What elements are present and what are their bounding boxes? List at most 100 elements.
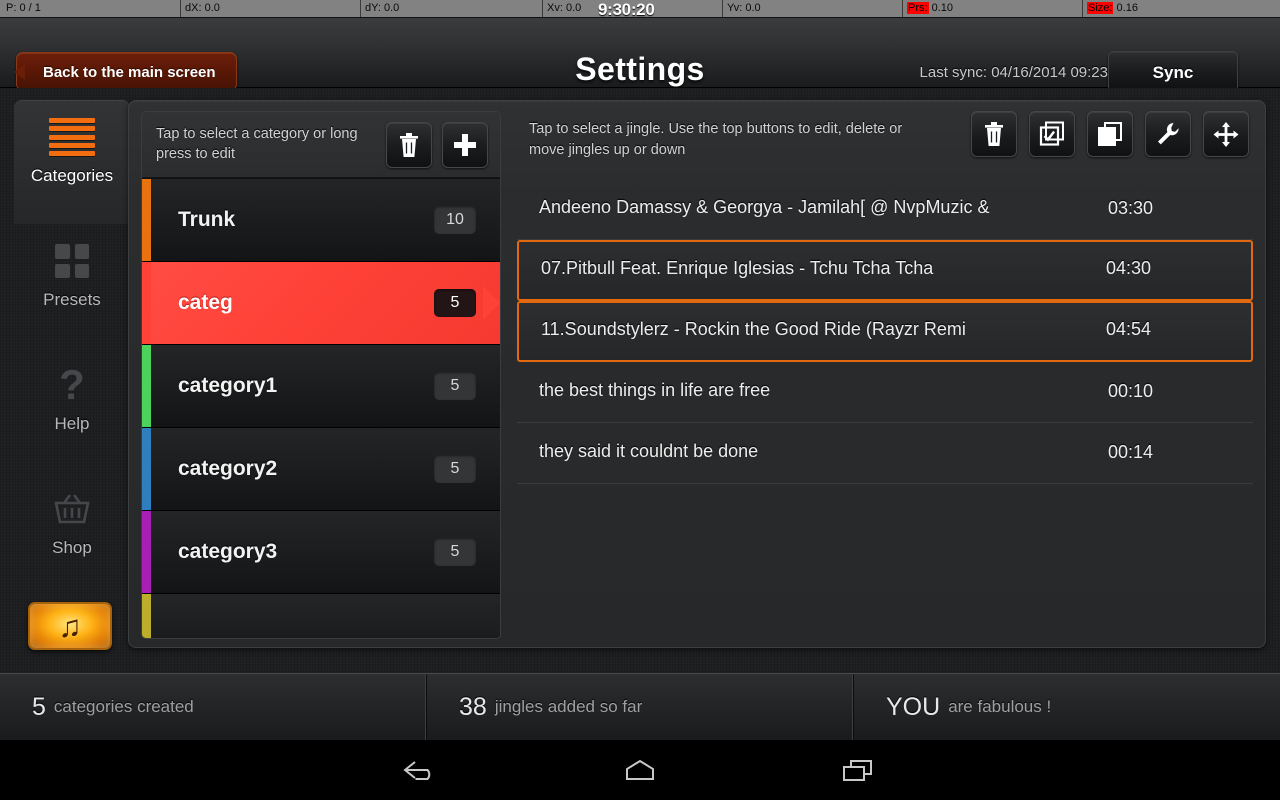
nav-home-button[interactable]	[580, 740, 700, 800]
settings-content-card: Tap to select a category or long press t…	[128, 100, 1266, 648]
pointer-trace-bar: P: 0 / 1 dX: 0.0 dY: 0.0 Xv: 0.0 Yv: 0.0 Prs:…	[0, 0, 1280, 19]
category-row[interactable]: Trunk 10	[142, 179, 500, 262]
duplicate-button[interactable]	[1087, 111, 1133, 157]
jingle-duration: 04:30	[1105, 257, 1151, 278]
plus-icon	[454, 134, 476, 156]
category-color-stripe	[142, 428, 151, 510]
jingle-duration: 00:10	[1107, 381, 1153, 401]
category-name: Trunk	[178, 208, 236, 231]
stat-number: 5	[32, 692, 46, 721]
sidebar-item-help[interactable]: ? Help	[14, 348, 130, 472]
stat-cell: 5 categories created	[0, 674, 427, 740]
edit-button[interactable]	[1145, 111, 1191, 157]
last-sync-label: Last sync: 04/16/2014 09:23	[919, 64, 1108, 81]
category-name: category1	[178, 374, 278, 397]
category-count-badge: 5	[434, 289, 476, 317]
category-count-badge: 5	[434, 372, 476, 400]
category-count-badge: 5	[434, 538, 476, 566]
back-arrow-icon	[403, 761, 431, 780]
hamburger-icon	[14, 100, 130, 156]
jingle-row[interactable]: the best things in life are free 00:10	[517, 362, 1253, 423]
jingle-row[interactable]: 11.Soundstylerz - Rockin the Good Ride (…	[517, 301, 1253, 362]
category-color-stripe	[142, 511, 151, 593]
category-count-badge: 5	[434, 455, 476, 483]
home-icon	[626, 759, 654, 780]
jingles-panel-header: Tap to select a jingle. Use the top butt…	[517, 111, 1253, 171]
jingle-duration: 03:30	[1107, 198, 1153, 218]
categories-panel: Tap to select a category or long press t…	[141, 111, 501, 639]
stat-text: jingles added so far	[494, 697, 643, 716]
category-color-stripe	[142, 179, 151, 261]
category-count-badge: 10	[434, 206, 476, 234]
jingle-row[interactable]: they said it couldnt be done 00:14	[517, 423, 1253, 484]
category-name: category3	[178, 540, 278, 563]
jingles-list[interactable]: Andeeno Damassy & Georgya - Jamilah[ @ N…	[517, 179, 1253, 639]
music-note-icon[interactable]: ♫	[28, 602, 112, 650]
move-button[interactable]	[1203, 111, 1249, 157]
delete-icon	[985, 122, 1003, 146]
sidebar-label-presets: Presets	[43, 290, 101, 309]
recent-apps-icon	[843, 760, 872, 781]
delete-jingle-button[interactable]	[971, 111, 1017, 157]
wrench-icon	[1158, 123, 1179, 145]
sidebar-nav: Categories Presets ? Help Shop ♫	[14, 100, 130, 660]
category-color-stripe	[142, 345, 151, 427]
trace-cell-prs: Prs: 0.10	[902, 0, 953, 17]
delete-icon	[400, 133, 418, 157]
categories-list[interactable]: Trunk 10 categ 5 category1 5 category2 5 categor…	[142, 179, 500, 638]
category-color-stripe	[142, 262, 151, 344]
stat-number: YOU	[886, 692, 941, 721]
jingle-duration: 00:14	[1107, 442, 1153, 462]
trace-cell-size: Size: 0.16	[1082, 0, 1138, 17]
stat-cell: YOU are fabulous !	[854, 674, 1280, 740]
nav-recent-button[interactable]	[797, 740, 917, 800]
categories-hint-text: Tap to select a category or long press t…	[156, 126, 358, 162]
sidebar-item-categories[interactable]: Categories	[14, 100, 130, 224]
stat-text: categories created	[53, 697, 194, 716]
jingle-title: 11.Soundstylerz - Rockin the Good Ride (…	[541, 318, 966, 339]
basket-icon	[14, 472, 130, 528]
copy-icon	[1098, 122, 1122, 146]
jingle-row[interactable]: 07.Pitbull Feat. Enrique Iglesias - Tchu…	[517, 240, 1253, 301]
category-color-stripe	[142, 594, 151, 638]
app-header: Back to the main screen Settings Last sy…	[0, 18, 1280, 95]
add-category-button[interactable]	[442, 122, 488, 168]
jingle-duration: 04:54	[1105, 318, 1151, 339]
trace-cell-xv: Xv: 0.0	[542, 0, 581, 17]
jingle-title: the best things in life are free	[539, 380, 771, 400]
trace-cell-dx: dX: 0.0	[180, 0, 220, 17]
trace-cell-yv: Yv: 0.0	[722, 0, 761, 17]
app-body: Categories Presets ? Help Shop ♫ Tap to …	[0, 88, 1280, 673]
android-navigation-bar	[0, 740, 1280, 800]
trace-cell-p: P: 0 / 1	[6, 2, 41, 14]
question-mark-icon: ?	[59, 361, 85, 408]
move-icon	[1213, 122, 1239, 147]
jingles-toolbar	[971, 111, 1249, 157]
category-row[interactable]: category2 5	[142, 428, 500, 511]
trace-cell-dy: dY: 0.0	[360, 0, 399, 17]
category-row[interactable]: categ 5	[142, 262, 500, 345]
delete-category-button[interactable]	[386, 122, 432, 168]
sidebar-label-help: Help	[54, 414, 90, 433]
stat-number: 38	[459, 692, 487, 721]
category-row[interactable]	[142, 594, 500, 638]
sidebar-label-shop: Shop	[52, 538, 92, 557]
category-row[interactable]: category3 5	[142, 511, 500, 594]
jingles-panel: Tap to select a jingle. Use the top butt…	[517, 111, 1253, 639]
sidebar-label-categories: Categories	[30, 166, 114, 185]
stat-text: are fabulous !	[948, 697, 1052, 716]
select-all-button[interactable]	[1029, 111, 1075, 157]
categories-panel-header: Tap to select a category or long press t…	[142, 112, 500, 178]
nav-back-button[interactable]	[363, 740, 483, 800]
jingle-row[interactable]: Andeeno Damassy & Georgya - Jamilah[ @ N…	[517, 179, 1253, 240]
jingle-title: 07.Pitbull Feat. Enrique Iglesias - Tchu…	[541, 257, 934, 278]
stat-cell: 38 jingles added so far	[427, 674, 854, 740]
category-row[interactable]: category1 5	[142, 345, 500, 428]
jingle-title: they said it couldnt be done	[539, 441, 759, 461]
jingles-hint-text: Tap to select a jingle. Use the top butt…	[529, 121, 903, 158]
sidebar-item-presets[interactable]: Presets	[14, 224, 130, 348]
jingle-title: Andeeno Damassy & Georgya - Jamilah[ @ N…	[539, 197, 990, 217]
grid-icon	[14, 224, 130, 280]
sidebar-item-shop[interactable]: Shop	[14, 472, 130, 596]
check-box-icon	[1039, 121, 1064, 146]
